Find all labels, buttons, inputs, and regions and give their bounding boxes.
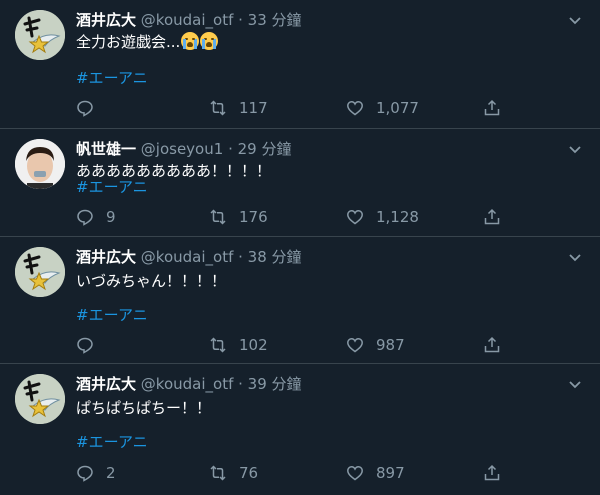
- user-handle[interactable]: @koudai_otf: [141, 11, 234, 29]
- reply-icon: [77, 337, 93, 354]
- tweet-header: 酒井広大 @koudai_otf · 38 分鐘: [76, 247, 302, 267]
- hashtag-link[interactable]: #エーアニ: [76, 305, 148, 325]
- reply-icon: [77, 465, 93, 482]
- chevron-down-icon[interactable]: [566, 376, 584, 394]
- hashtag-link[interactable]: #エーアニ: [76, 68, 148, 88]
- tweet-header: 酒井広大 @koudai_otf · 39 分鐘: [76, 374, 302, 394]
- reply-button[interactable]: [76, 335, 106, 355]
- timestamp[interactable]: · 39 分鐘: [238, 375, 301, 393]
- tweet-actions: 102 987: [76, 335, 506, 355]
- retweet-icon: [210, 100, 226, 116]
- tweet[interactable]: 酒井広大 @koudai_otf · 38 分鐘 いづみちゃん！！！！ #エーア…: [0, 237, 600, 364]
- reply-button[interactable]: 2: [76, 463, 116, 483]
- display-name[interactable]: 酒井広大: [76, 11, 136, 29]
- retweet-count: 176: [239, 208, 268, 226]
- avatar[interactable]: [15, 374, 65, 424]
- like-count: 1,077: [376, 99, 419, 117]
- tweet-actions: 2 76 897: [76, 463, 506, 483]
- chevron-down-icon[interactable]: [566, 141, 584, 159]
- user-handle[interactable]: @koudai_otf: [141, 248, 234, 266]
- reply-count: 2: [106, 464, 116, 482]
- like-button[interactable]: 897: [346, 463, 405, 483]
- tweet-feed: 酒井広大 @koudai_otf · 33 分鐘 全力お遊戯会... #エーアニ…: [0, 0, 600, 495]
- tweet[interactable]: 帆世雄一 @joseyou1 · 29 分鐘 あああああああああ！！！！ #エー…: [0, 129, 600, 237]
- share-icon: [484, 99, 500, 116]
- retweet-icon: [210, 209, 226, 225]
- tweet[interactable]: 酒井広大 @koudai_otf · 39 分鐘 ぱちぱちぱちー！！ #エーアニ…: [0, 364, 600, 495]
- hashtag-link[interactable]: #エーアニ: [76, 432, 148, 452]
- retweet-count: 102: [239, 336, 268, 354]
- display-name[interactable]: 帆世雄一: [76, 140, 136, 158]
- retweet-button[interactable]: 176: [209, 207, 268, 227]
- heart-icon: [347, 210, 363, 225]
- tweet-actions: 9 176 1,128: [76, 207, 506, 227]
- loudly-crying-face-icon: [181, 32, 200, 50]
- user-handle[interactable]: @joseyou1: [141, 140, 224, 158]
- like-button[interactable]: 987: [346, 335, 405, 355]
- tweet-header: 帆世雄一 @joseyou1 · 29 分鐘: [76, 139, 291, 159]
- share-button[interactable]: [483, 335, 513, 355]
- hashtag-link[interactable]: #エーアニ: [76, 177, 148, 197]
- star-wing-icon: [15, 247, 65, 297]
- retweet-icon: [210, 337, 226, 353]
- tweet-header: 酒井広大 @koudai_otf · 33 分鐘: [76, 10, 302, 30]
- like-count: 987: [376, 336, 405, 354]
- reply-icon: [77, 209, 93, 226]
- timestamp[interactable]: · 38 分鐘: [238, 248, 301, 266]
- timestamp[interactable]: · 33 分鐘: [238, 11, 301, 29]
- star-wing-icon: [15, 10, 65, 60]
- like-count: 897: [376, 464, 405, 482]
- retweet-count: 76: [239, 464, 259, 482]
- chevron-down-icon[interactable]: [566, 249, 584, 267]
- retweet-button[interactable]: 117: [209, 98, 268, 118]
- timestamp[interactable]: · 29 分鐘: [228, 140, 291, 158]
- reply-button[interactable]: 9: [76, 207, 116, 227]
- avatar[interactable]: [15, 247, 65, 297]
- share-button[interactable]: [483, 98, 513, 118]
- display-name[interactable]: 酒井広大: [76, 248, 136, 266]
- chevron-down-icon[interactable]: [566, 12, 584, 30]
- person-photo-icon: [15, 139, 65, 189]
- heart-icon: [347, 466, 363, 481]
- reply-count: 9: [106, 208, 116, 226]
- user-handle[interactable]: @koudai_otf: [141, 375, 234, 393]
- reply-button[interactable]: [76, 98, 106, 118]
- avatar[interactable]: [15, 10, 65, 60]
- tweet[interactable]: 酒井広大 @koudai_otf · 33 分鐘 全力お遊戯会... #エーアニ…: [0, 0, 600, 129]
- share-icon: [484, 464, 500, 481]
- tweet-text: 全力お遊戯会...: [76, 33, 181, 51]
- tweet-text: いづみちゃん！！！！: [76, 272, 227, 290]
- heart-icon: [347, 101, 363, 116]
- star-wing-icon: [15, 374, 65, 424]
- like-button[interactable]: 1,077: [346, 98, 419, 118]
- retweet-button[interactable]: 76: [209, 463, 258, 483]
- reply-icon: [77, 100, 93, 117]
- display-name[interactable]: 酒井広大: [76, 375, 136, 393]
- heart-icon: [347, 338, 363, 353]
- share-icon: [484, 336, 500, 353]
- retweet-icon: [210, 465, 226, 481]
- tweet-text: ぱちぱちぱちー！！: [76, 399, 212, 417]
- retweet-count: 117: [239, 99, 268, 117]
- like-button[interactable]: 1,128: [346, 207, 419, 227]
- loudly-crying-face-icon: [200, 32, 219, 50]
- share-icon: [484, 208, 500, 225]
- tweet-actions: 117 1,077: [76, 98, 506, 118]
- like-count: 1,128: [376, 208, 419, 226]
- retweet-button[interactable]: 102: [209, 335, 268, 355]
- tweet-text-row: 全力お遊戯会...: [76, 32, 219, 52]
- share-button[interactable]: [483, 463, 513, 483]
- share-button[interactable]: [483, 207, 513, 227]
- avatar[interactable]: [15, 139, 65, 189]
